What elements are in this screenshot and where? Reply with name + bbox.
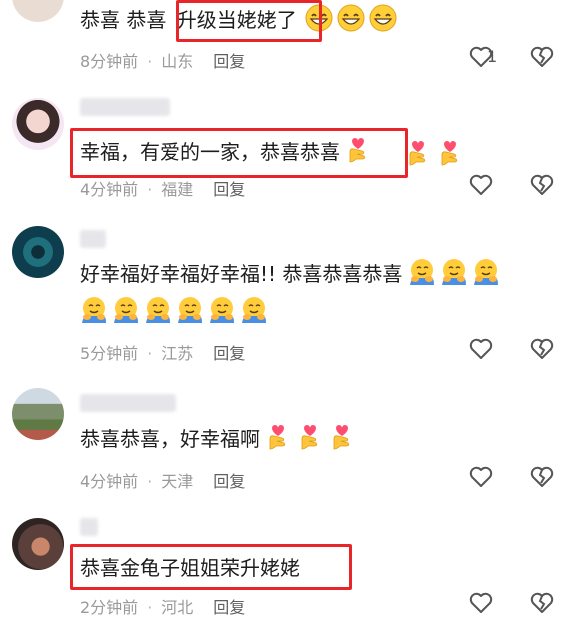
- hugging-face-emoji: [80, 296, 108, 324]
- avatar[interactable]: [12, 388, 64, 440]
- comment-meta: 5分钟前 · 江苏 回复: [80, 344, 246, 363]
- grinning-face-emoji: [337, 4, 365, 32]
- timestamp: 2分钟前: [80, 598, 139, 617]
- reply-button[interactable]: 回复: [213, 472, 245, 491]
- timestamp: 8分钟前: [80, 52, 139, 71]
- timestamp: 4分钟前: [80, 180, 139, 199]
- emoji-row: [80, 296, 272, 324]
- hugging-face-emoji: [112, 296, 140, 324]
- username[interactable]: [80, 394, 176, 412]
- avatar[interactable]: [12, 98, 64, 150]
- location: 江苏: [161, 344, 194, 363]
- broken-heart-icon[interactable]: [529, 172, 555, 198]
- heart-hands-emoji: [404, 139, 432, 167]
- timestamp: 5分钟前: [80, 344, 139, 363]
- heart-hands-emoji: [436, 139, 464, 167]
- heart-hands-emoji: [328, 423, 356, 451]
- heart-icon[interactable]: [468, 464, 494, 490]
- reply-button[interactable]: 回复: [213, 180, 245, 199]
- hugging-face-emoji: [208, 296, 236, 324]
- broken-heart-icon[interactable]: [529, 44, 555, 70]
- comment-meta: 2分钟前 · 河北 回复: [80, 598, 246, 617]
- avatar[interactable]: [12, 0, 64, 22]
- highlight-box: [176, 0, 322, 42]
- reply-button[interactable]: 回复: [213, 344, 245, 363]
- reply-button[interactable]: 回复: [213, 598, 245, 617]
- location: 福建: [161, 180, 194, 199]
- hugging-face-emoji: [440, 258, 468, 286]
- comment-meta: 8分钟前 · 山东 回复: [80, 52, 246, 71]
- location: 天津: [161, 472, 194, 491]
- highlight-box: [70, 128, 408, 178]
- heart-icon[interactable]: [468, 336, 494, 362]
- avatar[interactable]: [12, 226, 64, 278]
- hugging-face-emoji: [240, 296, 268, 324]
- hugging-face-emoji: [176, 296, 204, 324]
- comment-text: 恭喜恭喜，好幸福啊: [80, 423, 360, 455]
- broken-heart-icon[interactable]: [529, 464, 555, 490]
- timestamp: 4分钟前: [80, 472, 139, 491]
- reply-button[interactable]: 回复: [213, 52, 245, 71]
- grinning-face-emoji: [369, 4, 397, 32]
- comment-meta: 4分钟前 · 天津 回复: [80, 472, 246, 491]
- username[interactable]: [80, 518, 98, 536]
- hugging-face-emoji: [472, 258, 500, 286]
- hugging-face-emoji: [408, 258, 436, 286]
- heart-icon[interactable]: [468, 172, 494, 198]
- hugging-face-emoji: [144, 296, 172, 324]
- heart-hands-emoji: [264, 423, 292, 451]
- like-count: 1: [487, 47, 498, 66]
- username[interactable]: [80, 230, 106, 248]
- heart-hands-emoji: [296, 423, 324, 451]
- username[interactable]: [80, 98, 170, 116]
- broken-heart-icon[interactable]: [529, 590, 555, 616]
- highlight-box: [70, 544, 352, 590]
- avatar[interactable]: [12, 518, 64, 570]
- comment-meta: 4分钟前 · 福建 回复: [80, 180, 246, 199]
- comment-text: 好幸福好幸福好幸福!! 恭喜恭喜恭喜: [80, 258, 504, 290]
- broken-heart-icon[interactable]: [529, 336, 555, 362]
- location: 河北: [161, 598, 194, 617]
- heart-icon[interactable]: [468, 590, 494, 616]
- location: 山东: [161, 52, 194, 71]
